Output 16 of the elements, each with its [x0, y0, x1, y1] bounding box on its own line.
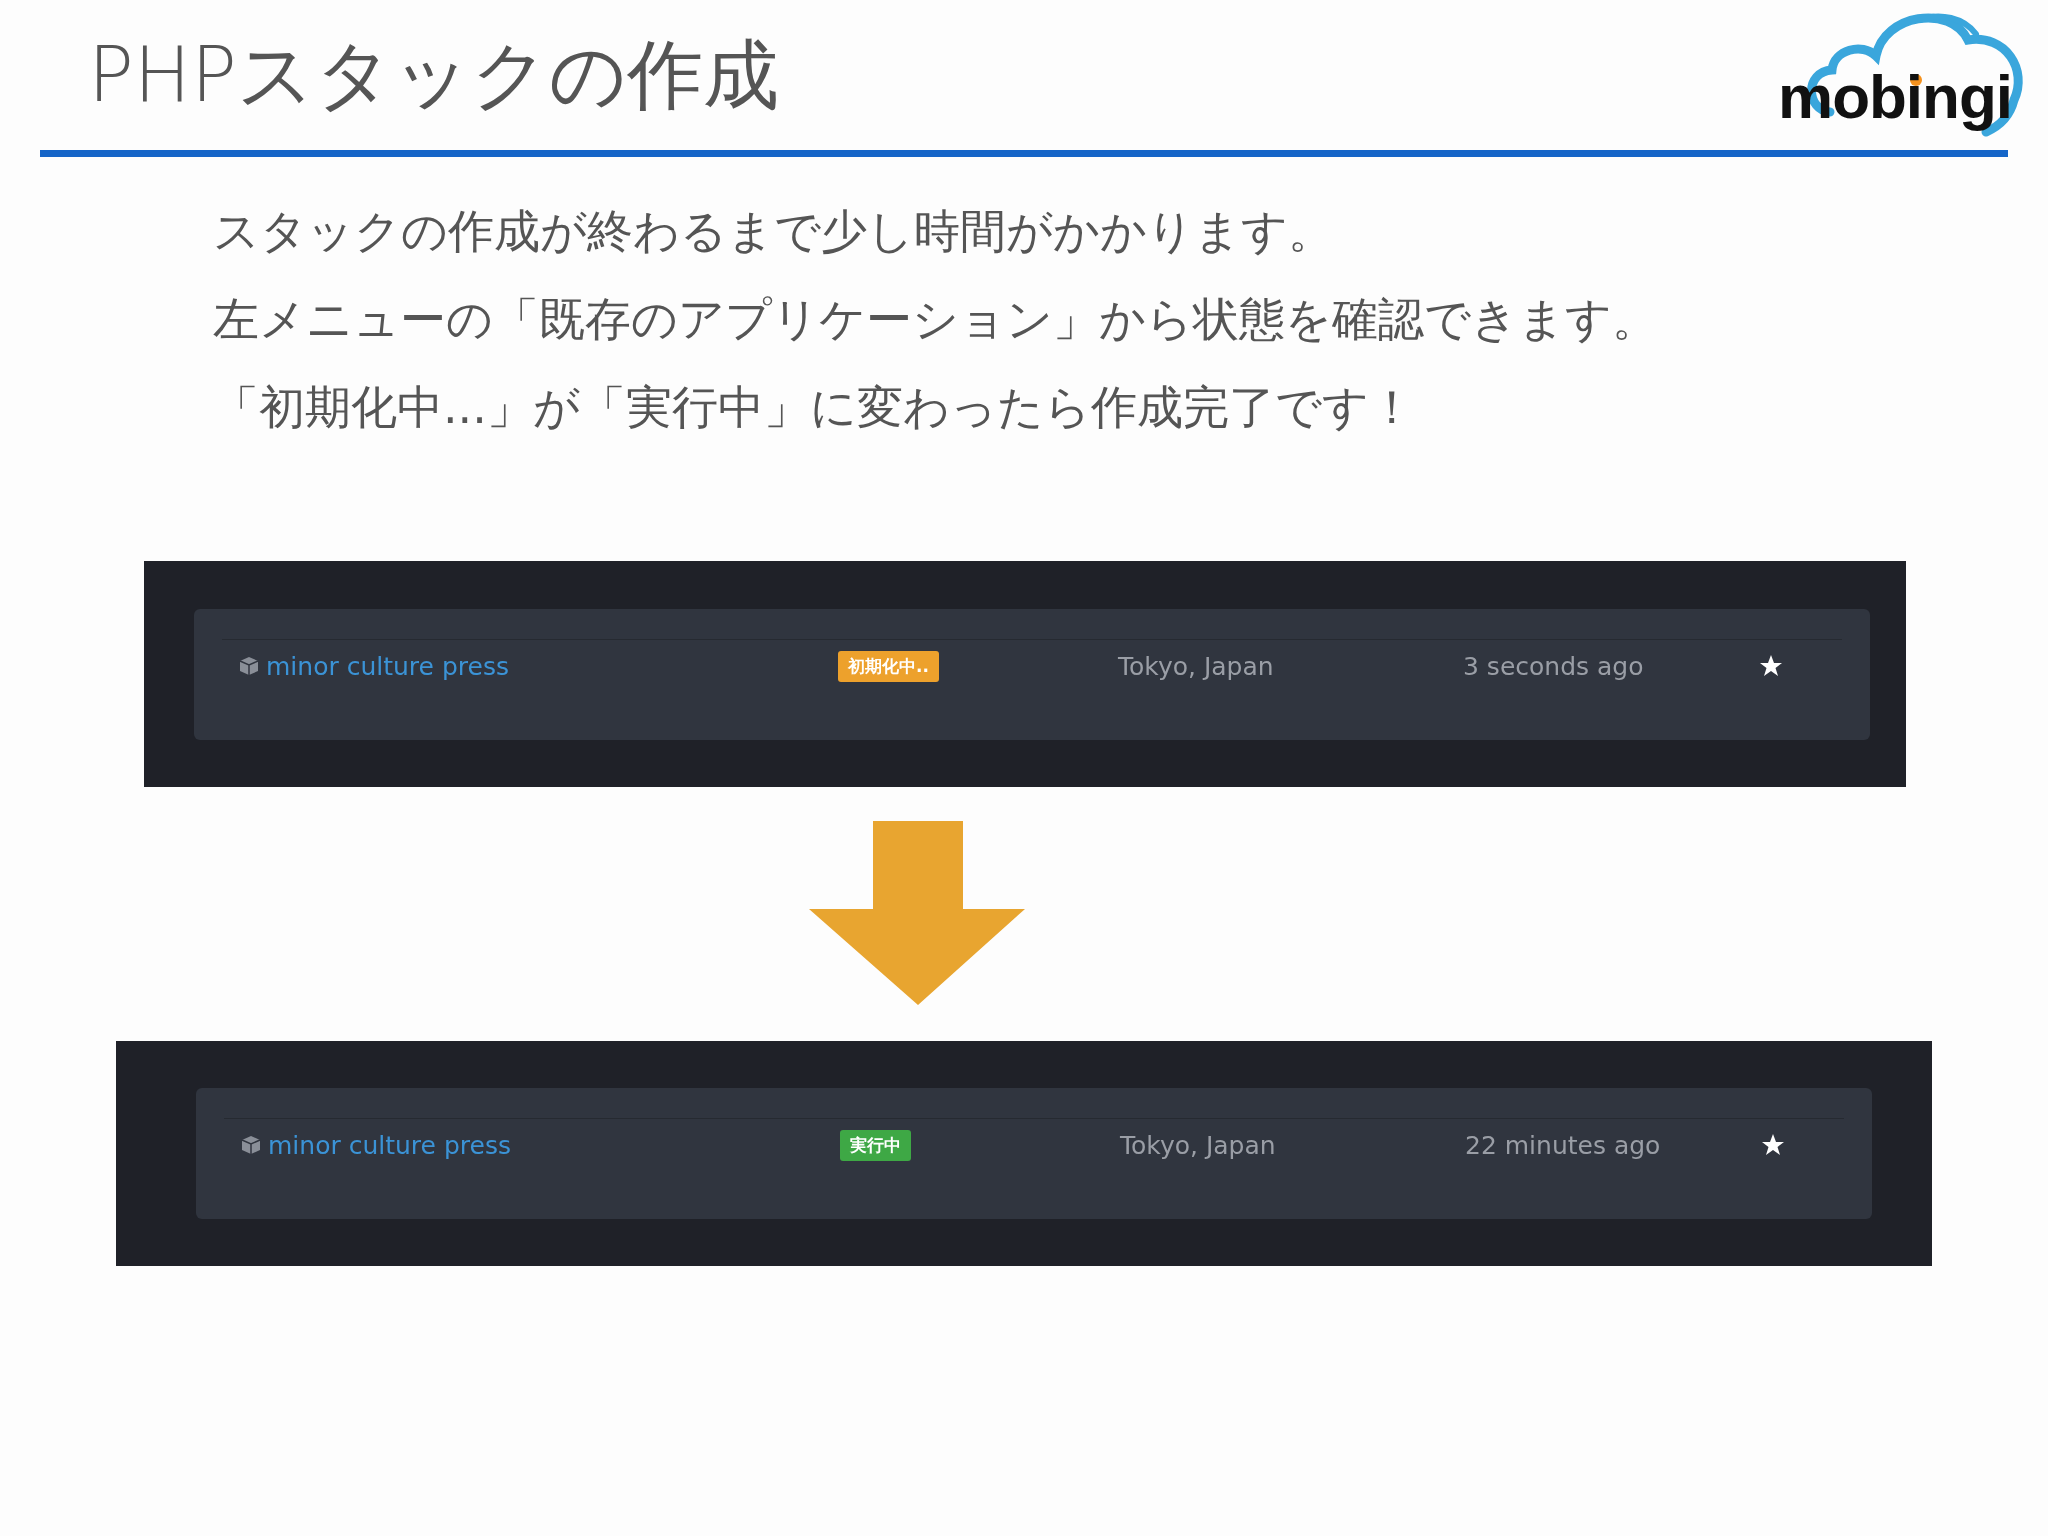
location-text: Tokyo, Japan — [1118, 651, 1275, 681]
app-link[interactable]: minor culture press — [266, 651, 509, 681]
body-text: 「初期化中...」が「実行中」に変わったら作成完了です！ — [213, 379, 1416, 436]
status-badge: 実行中 — [840, 1129, 911, 1161]
status-badge: 初期化中.. — [838, 650, 939, 682]
star-icon[interactable] — [1758, 653, 1784, 679]
cube-icon — [240, 1134, 262, 1156]
body-text: スタックの作成が終わるまで少し時間がかかります。 — [213, 203, 1335, 260]
slide-title: PHPスタックの作成 — [87, 29, 779, 121]
body-text: 左メニューの「既存のアプリケーション」から状態を確認できます。 — [213, 291, 1659, 348]
location-text: Tokyo, Japan — [1120, 1130, 1277, 1160]
time-text: 22 minutes ago — [1465, 1130, 1662, 1160]
app-link[interactable]: minor culture press — [268, 1130, 511, 1160]
star-icon[interactable] — [1760, 1132, 1786, 1158]
time-text: 3 seconds ago — [1463, 651, 1645, 681]
cube-icon — [238, 655, 260, 677]
